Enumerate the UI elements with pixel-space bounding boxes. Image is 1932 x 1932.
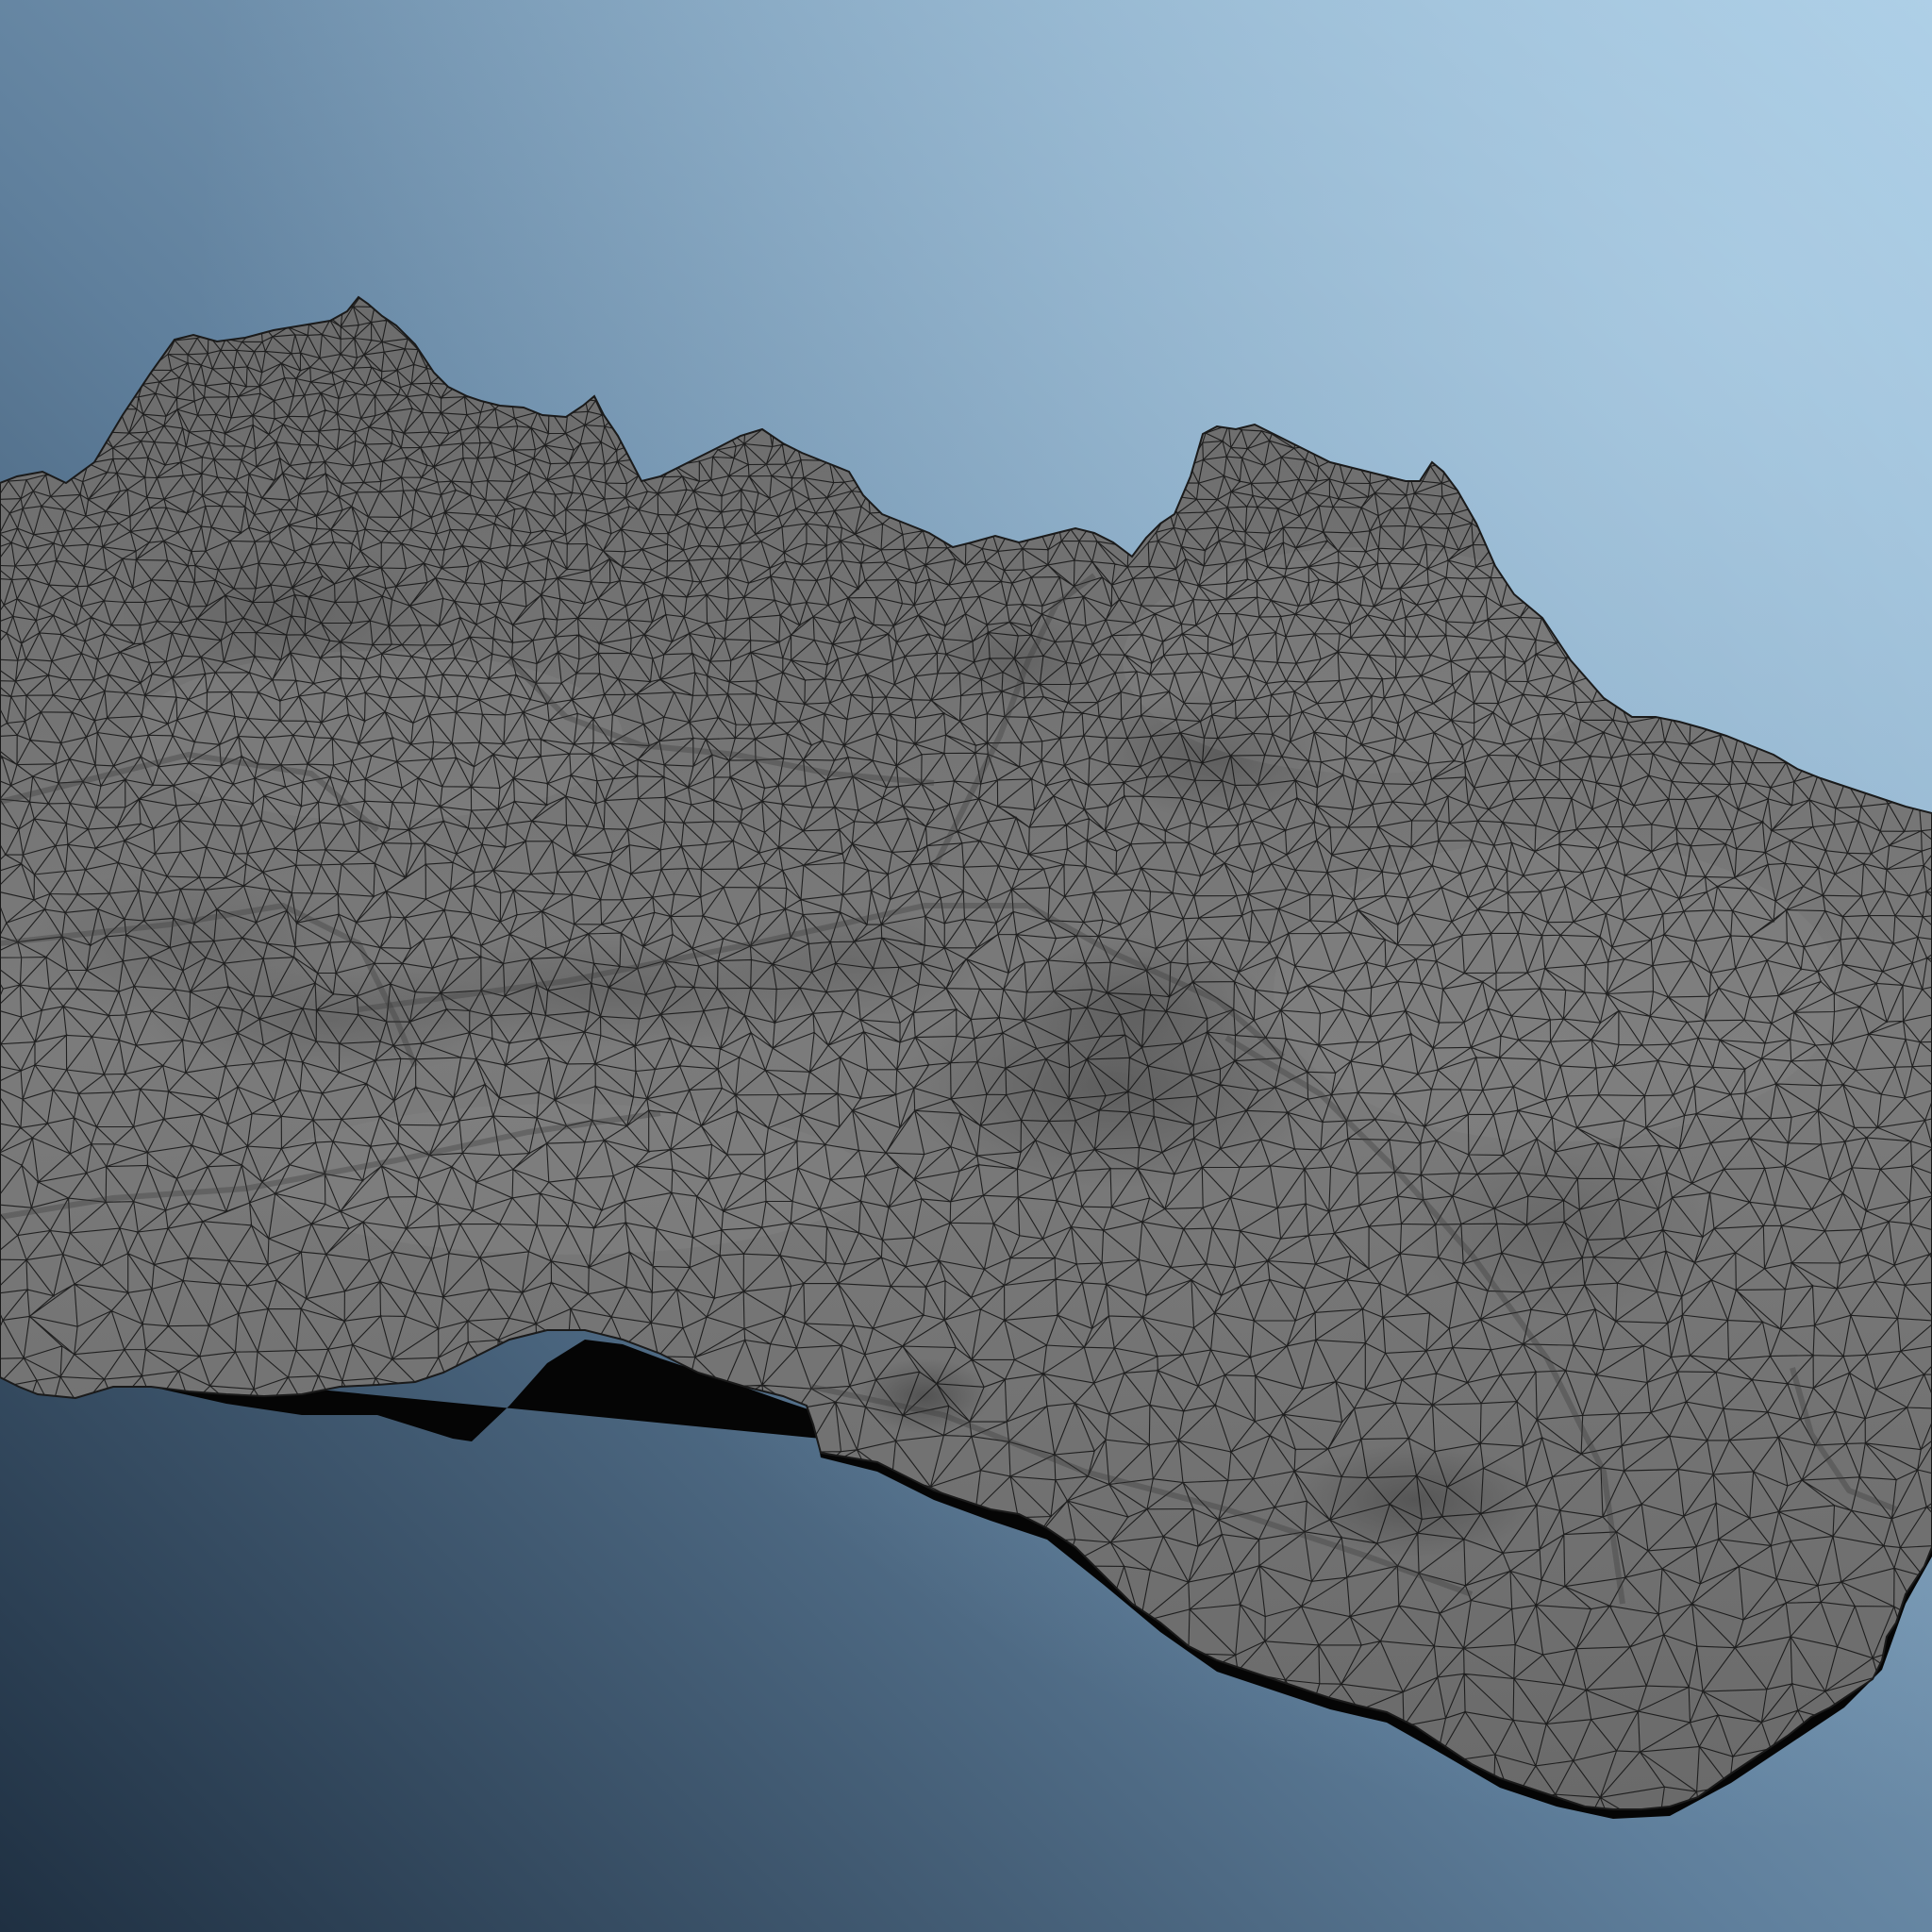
terrain-ridge-highlight — [1274, 840, 1840, 1141]
terrain-valley-shade — [1292, 1443, 1538, 1557]
terrain-valley-shade — [19, 868, 358, 1019]
terrain-render — [0, 0, 1932, 1932]
render-viewport — [0, 0, 1932, 1932]
